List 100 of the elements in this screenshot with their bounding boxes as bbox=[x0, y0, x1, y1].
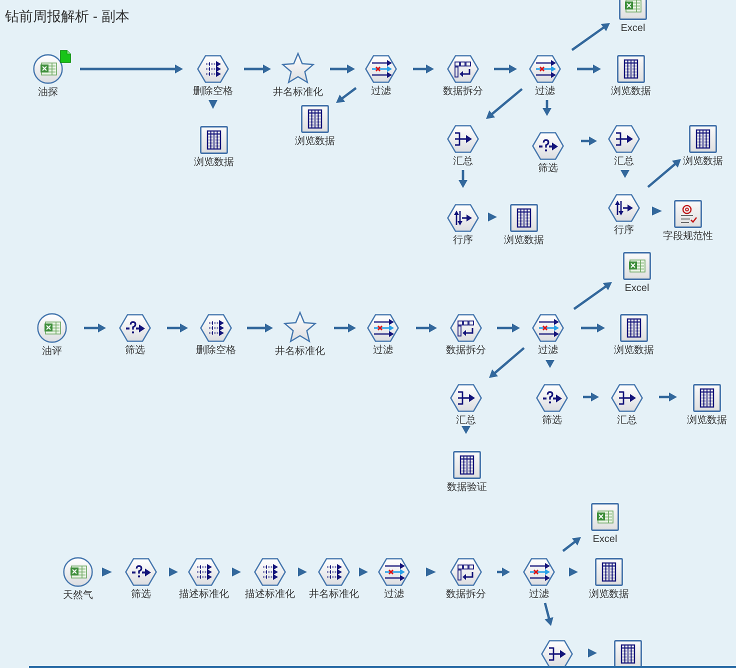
connector-arrow bbox=[232, 568, 241, 576]
connector-arrow bbox=[247, 324, 273, 332]
crossed-arrow-hexagon-icon[interactable] bbox=[378, 558, 410, 586]
connector-arrow bbox=[577, 64, 601, 74]
connector-arrow bbox=[462, 426, 470, 434]
connector-arrow bbox=[298, 568, 307, 576]
grid-return-hexagon-icon[interactable] bbox=[450, 314, 482, 342]
connector-arrow bbox=[583, 392, 599, 402]
node-label: 油评 bbox=[42, 346, 62, 358]
connector-arrow bbox=[334, 324, 356, 332]
spreadsheet-tile-icon[interactable] bbox=[619, 0, 647, 20]
connector-arrow bbox=[244, 64, 271, 74]
connector-arrow bbox=[486, 88, 523, 119]
table-tile-icon[interactable] bbox=[453, 451, 481, 479]
node-label: 浏览数据 bbox=[611, 86, 651, 98]
bracket-arrow-hexagon-icon[interactable] bbox=[450, 384, 482, 412]
connector-arrow bbox=[659, 392, 677, 402]
connector-arrow bbox=[489, 347, 525, 378]
dotted-arrows-hexagon-icon[interactable] bbox=[254, 558, 286, 586]
connector-arrow bbox=[546, 360, 554, 368]
table-tile-icon[interactable] bbox=[693, 384, 721, 412]
checklist-tile-icon[interactable] bbox=[674, 200, 702, 228]
connector-arrow bbox=[569, 568, 578, 576]
sort-arrows-hexagon-icon[interactable] bbox=[608, 194, 640, 222]
connector-arrow bbox=[581, 136, 597, 146]
node-label: 过滤 bbox=[371, 86, 391, 98]
crossed-arrow-hexagon-icon[interactable] bbox=[365, 55, 397, 83]
grid-return-hexagon-icon[interactable] bbox=[447, 55, 479, 83]
node-label: Excel bbox=[624, 283, 650, 295]
star-icon[interactable] bbox=[283, 311, 317, 343]
table-tile-icon[interactable] bbox=[614, 640, 642, 666]
node-label: 浏览数据 bbox=[683, 156, 723, 168]
connector-arrow bbox=[336, 87, 357, 103]
node-label: 浏览数据 bbox=[614, 345, 654, 357]
table-tile-icon[interactable] bbox=[617, 55, 645, 83]
connector-arrow bbox=[167, 324, 188, 332]
node-label: Excel bbox=[620, 23, 646, 35]
connector-arrow bbox=[562, 537, 581, 552]
node-label: 浏览数据 bbox=[194, 157, 234, 169]
node-label: 数据拆分 bbox=[443, 86, 483, 98]
node-label: 井名标准化 bbox=[275, 346, 325, 358]
node-label: 行序 bbox=[453, 235, 473, 247]
connector-arrow bbox=[330, 64, 355, 74]
node-label: 过滤 bbox=[535, 86, 555, 98]
connector-arrow bbox=[647, 159, 681, 188]
node-label: 筛选 bbox=[131, 589, 151, 601]
spreadsheet-tile-icon[interactable] bbox=[591, 503, 619, 531]
connector-arrow bbox=[652, 206, 662, 216]
sort-arrows-hexagon-icon[interactable] bbox=[447, 204, 479, 232]
node-label: 浏览数据 bbox=[504, 235, 544, 247]
node-label: Excel bbox=[592, 534, 618, 546]
connector-arrow bbox=[497, 568, 510, 576]
node-label: 油探 bbox=[38, 87, 58, 99]
connector-arrow bbox=[169, 568, 178, 576]
question-arrow-hexagon-icon[interactable] bbox=[119, 314, 151, 342]
bracket-arrow-hexagon-icon[interactable] bbox=[608, 125, 640, 153]
spreadsheet-circle-icon[interactable] bbox=[33, 54, 63, 84]
question-arrow-hexagon-icon[interactable] bbox=[125, 558, 157, 586]
question-arrow-hexagon-icon[interactable] bbox=[536, 384, 568, 412]
connector-arrow bbox=[573, 282, 612, 310]
connector-arrow bbox=[581, 324, 605, 332]
node-label: 过滤 bbox=[529, 589, 549, 601]
crossed-arrow-hexagon-icon[interactable] bbox=[532, 314, 564, 342]
node-label: 浏览数据 bbox=[295, 136, 335, 148]
connector-arrow bbox=[620, 170, 630, 178]
node-label: 筛选 bbox=[538, 163, 558, 175]
node-label: 描述标准化 bbox=[245, 589, 295, 601]
node-label: 浏览数据 bbox=[589, 589, 629, 601]
spreadsheet-circle-icon[interactable] bbox=[37, 313, 67, 343]
table-tile-icon[interactable] bbox=[200, 126, 228, 154]
crossed-arrow-hexagon-icon[interactable] bbox=[367, 314, 399, 342]
question-arrow-hexagon-icon[interactable] bbox=[532, 132, 564, 160]
dotted-arrows-hexagon-icon[interactable] bbox=[188, 558, 220, 586]
dotted-arrows-hexagon-icon[interactable] bbox=[197, 55, 229, 83]
bracket-arrow-hexagon-icon[interactable] bbox=[447, 125, 479, 153]
node-label: 井名标准化 bbox=[309, 589, 359, 601]
dotted-arrows-hexagon-icon[interactable] bbox=[318, 558, 350, 586]
connector-arrow bbox=[494, 64, 517, 74]
table-tile-icon[interactable] bbox=[620, 314, 648, 342]
table-tile-icon[interactable] bbox=[689, 125, 717, 153]
bracket-arrow-hexagon-icon[interactable] bbox=[611, 384, 643, 412]
node-label: 井名标准化 bbox=[273, 87, 323, 99]
node-label: 删除空格 bbox=[193, 86, 233, 98]
table-tile-icon[interactable] bbox=[510, 204, 538, 232]
spreadsheet-circle-icon[interactable] bbox=[63, 557, 93, 587]
node-label: 行序 bbox=[614, 225, 634, 237]
node-label: 描述标准化 bbox=[179, 589, 229, 601]
dotted-arrows-hexagon-icon[interactable] bbox=[200, 314, 232, 342]
crossed-arrow-hexagon-icon[interactable] bbox=[523, 558, 555, 586]
bracket-arrow-hexagon-icon[interactable] bbox=[541, 640, 573, 666]
node-label: 数据验证 bbox=[447, 482, 487, 494]
spreadsheet-tile-icon[interactable] bbox=[623, 252, 651, 280]
crossed-arrow-hexagon-icon[interactable] bbox=[529, 55, 561, 83]
grid-return-hexagon-icon[interactable] bbox=[450, 558, 482, 586]
connector-arrow bbox=[359, 568, 368, 576]
table-tile-icon[interactable] bbox=[301, 105, 329, 133]
connector-arrow bbox=[544, 602, 554, 626]
connector-arrow bbox=[416, 324, 437, 332]
table-tile-icon[interactable] bbox=[595, 558, 623, 586]
star-icon[interactable] bbox=[281, 52, 315, 84]
